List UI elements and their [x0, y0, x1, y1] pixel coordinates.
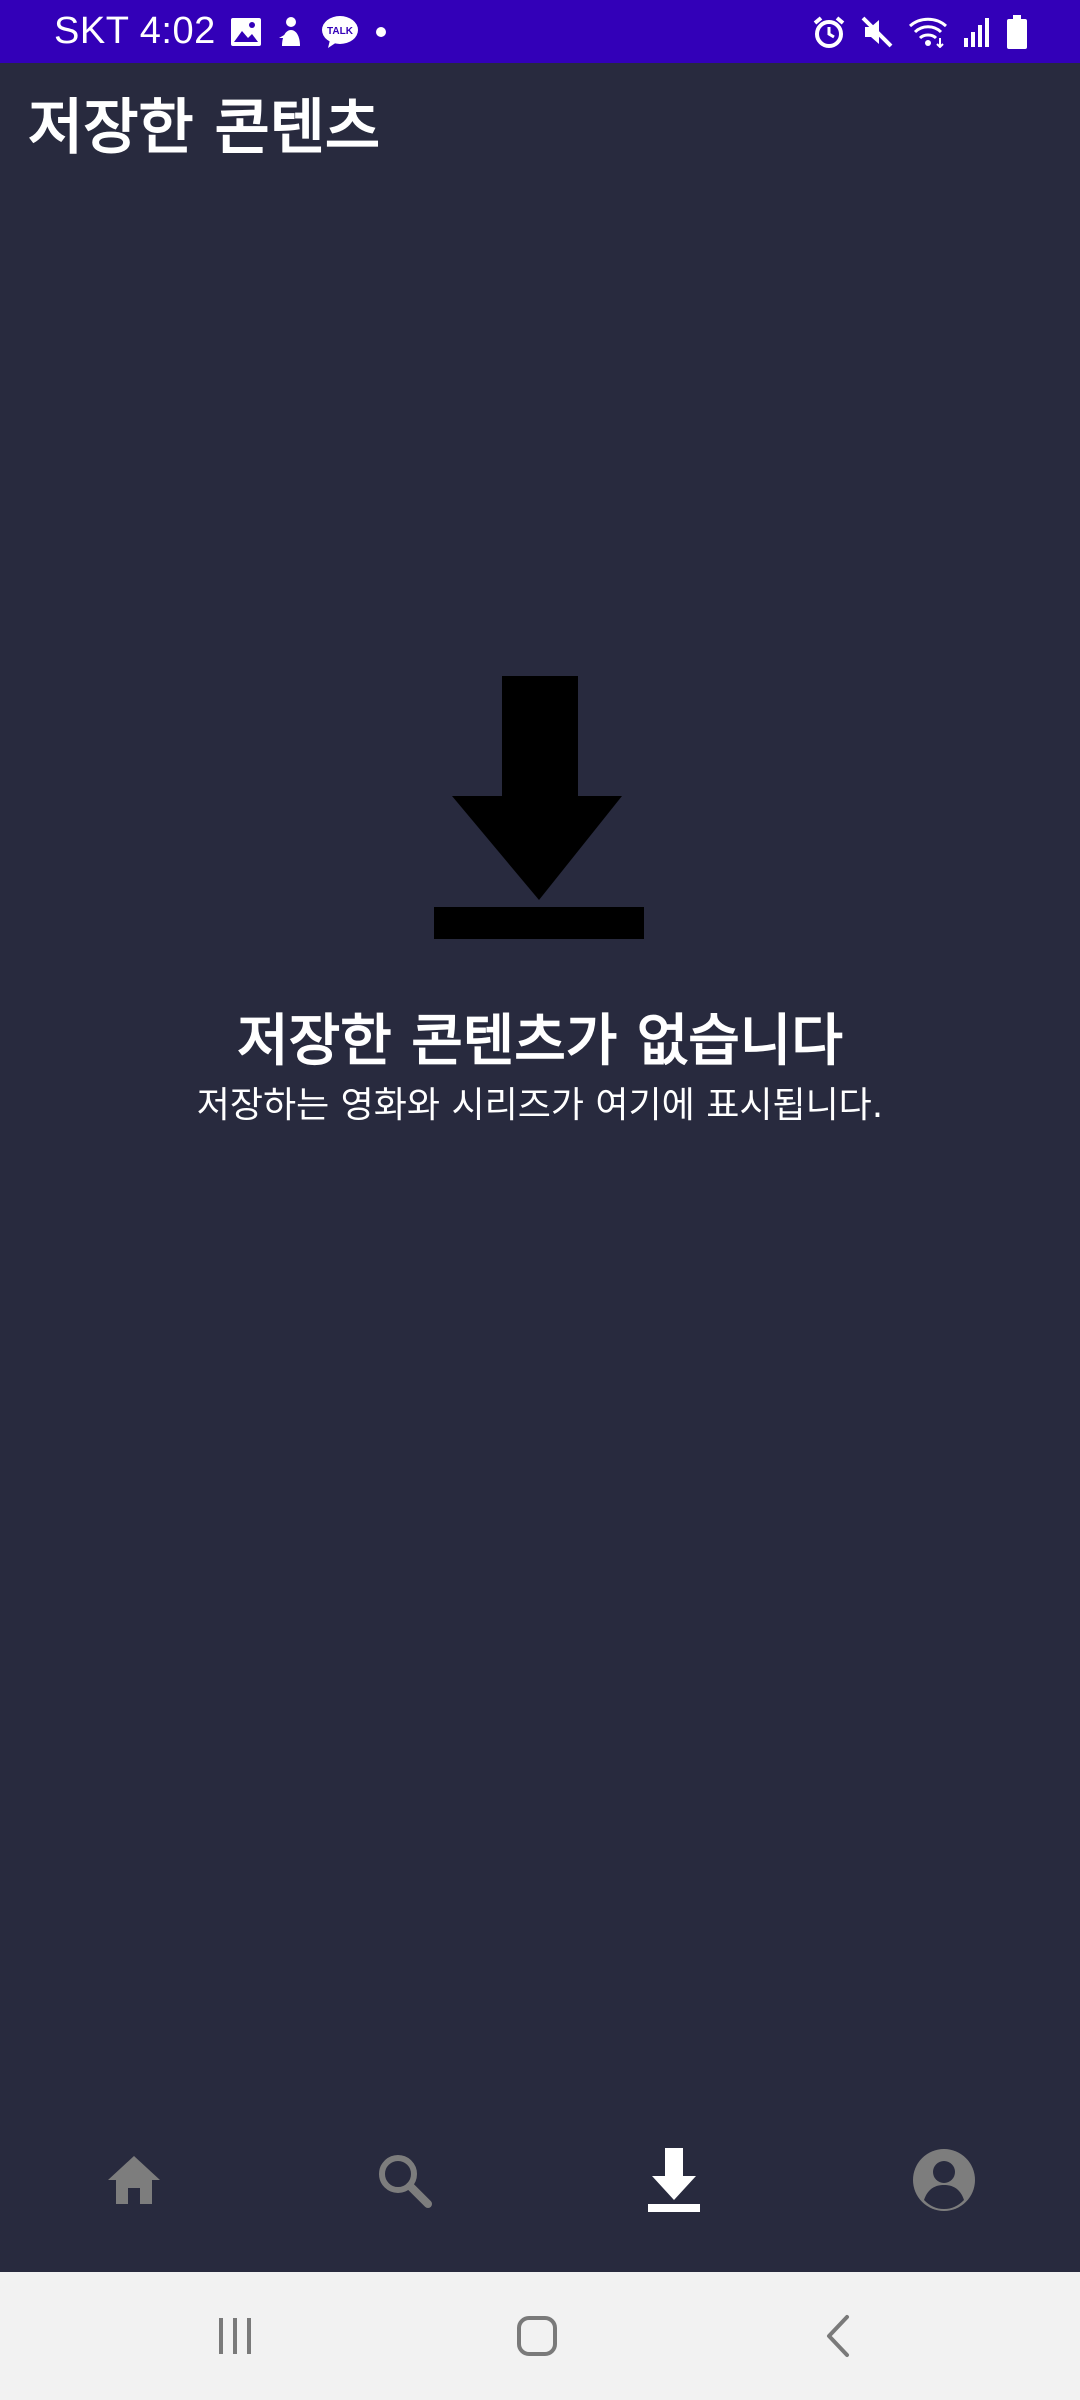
talk-badge-text: TALK — [327, 26, 354, 37]
alarm-icon — [813, 15, 845, 48]
tab-downloads[interactable] — [604, 2120, 744, 2240]
page-title: 저장한 콘텐츠 — [28, 93, 381, 163]
notification-figure-icon — [278, 16, 300, 46]
back-button[interactable] — [778, 2286, 898, 2386]
signal-icon — [964, 17, 989, 47]
search-icon — [379, 2155, 432, 2208]
download-icon — [648, 2148, 700, 2212]
download-icon — [434, 676, 644, 939]
battery-icon — [1007, 14, 1027, 49]
empty-state-subtitle: 저장하는 영화와 시리즈가 여기에 표시됩니다. — [196, 1085, 884, 1126]
system-nav-bar — [0, 2272, 1080, 2400]
status-left: SKT 4:02 TALK — [54, 0, 388, 63]
home-button[interactable] — [477, 2286, 597, 2386]
home-button-icon — [517, 2316, 557, 2356]
status-bar: SKT 4:02 TALK — [0, 0, 1080, 63]
home-icon — [108, 2156, 160, 2204]
gallery-icon — [230, 17, 261, 46]
saved-content-screen: SKT 4:02 TALK 저장한 콘텐츠 저장한 콘텐츠가 없습니다 저장하는… — [0, 0, 1080, 2400]
carrier-time: SKT 4:02 — [54, 10, 216, 52]
recent-apps-button[interactable] — [175, 2286, 295, 2386]
profile-icon — [913, 2149, 975, 2211]
mute-icon — [861, 16, 893, 47]
back-icon — [827, 2315, 849, 2357]
status-right — [812, 0, 1028, 63]
wifi-icon — [908, 17, 948, 48]
kakaotalk-icon: TALK — [321, 15, 358, 48]
tab-profile[interactable] — [874, 2120, 1014, 2240]
bottom-tab-bar — [0, 2100, 1080, 2272]
tab-search[interactable] — [334, 2120, 474, 2240]
dot-icon — [375, 26, 386, 37]
empty-state-title: 저장한 콘텐츠가 없습니다 — [237, 1009, 843, 1074]
tab-home[interactable] — [64, 2120, 204, 2240]
recent-apps-icon — [219, 2318, 251, 2354]
